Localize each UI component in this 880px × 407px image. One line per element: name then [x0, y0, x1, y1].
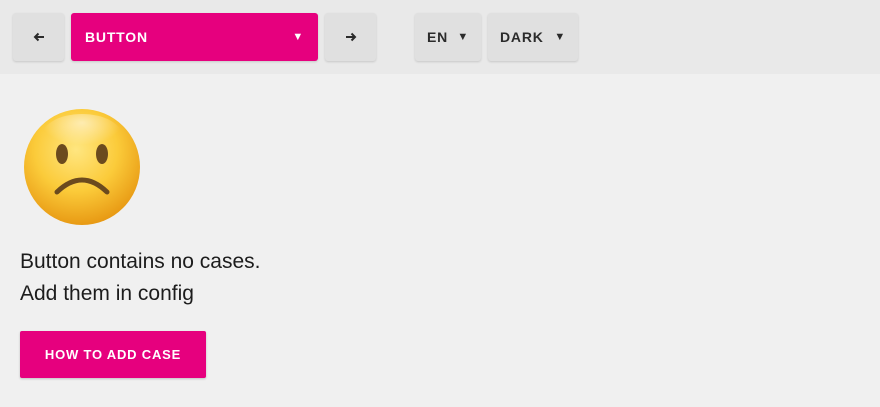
toolbar: BUTTON ▼ EN ▼ DARK ▼ — [0, 0, 880, 74]
language-select-value: EN — [427, 29, 449, 45]
chevron-down-icon: ▼ — [292, 30, 304, 43]
chevron-down-icon: ▼ — [554, 30, 566, 43]
how-to-add-case-button[interactable]: HOW TO ADD CASE — [20, 331, 206, 378]
component-select-value: BUTTON — [85, 29, 148, 45]
empty-state-line-1: Button contains no cases. — [20, 250, 261, 273]
arrow-left-icon — [33, 32, 45, 42]
prev-button[interactable] — [13, 13, 64, 61]
empty-state-line-2: Add them in config — [20, 282, 194, 305]
empty-state-message: Button contains no cases. Add them in co… — [20, 246, 261, 310]
chevron-down-icon: ▼ — [457, 30, 469, 43]
theme-select[interactable]: DARK ▼ — [488, 13, 578, 61]
arrow-right-icon — [345, 32, 357, 42]
next-button[interactable] — [325, 13, 376, 61]
language-select[interactable]: EN ▼ — [415, 13, 481, 61]
theme-select-value: DARK — [500, 29, 544, 45]
component-select[interactable]: BUTTON ▼ — [71, 13, 318, 61]
sad-face-icon — [21, 106, 143, 228]
